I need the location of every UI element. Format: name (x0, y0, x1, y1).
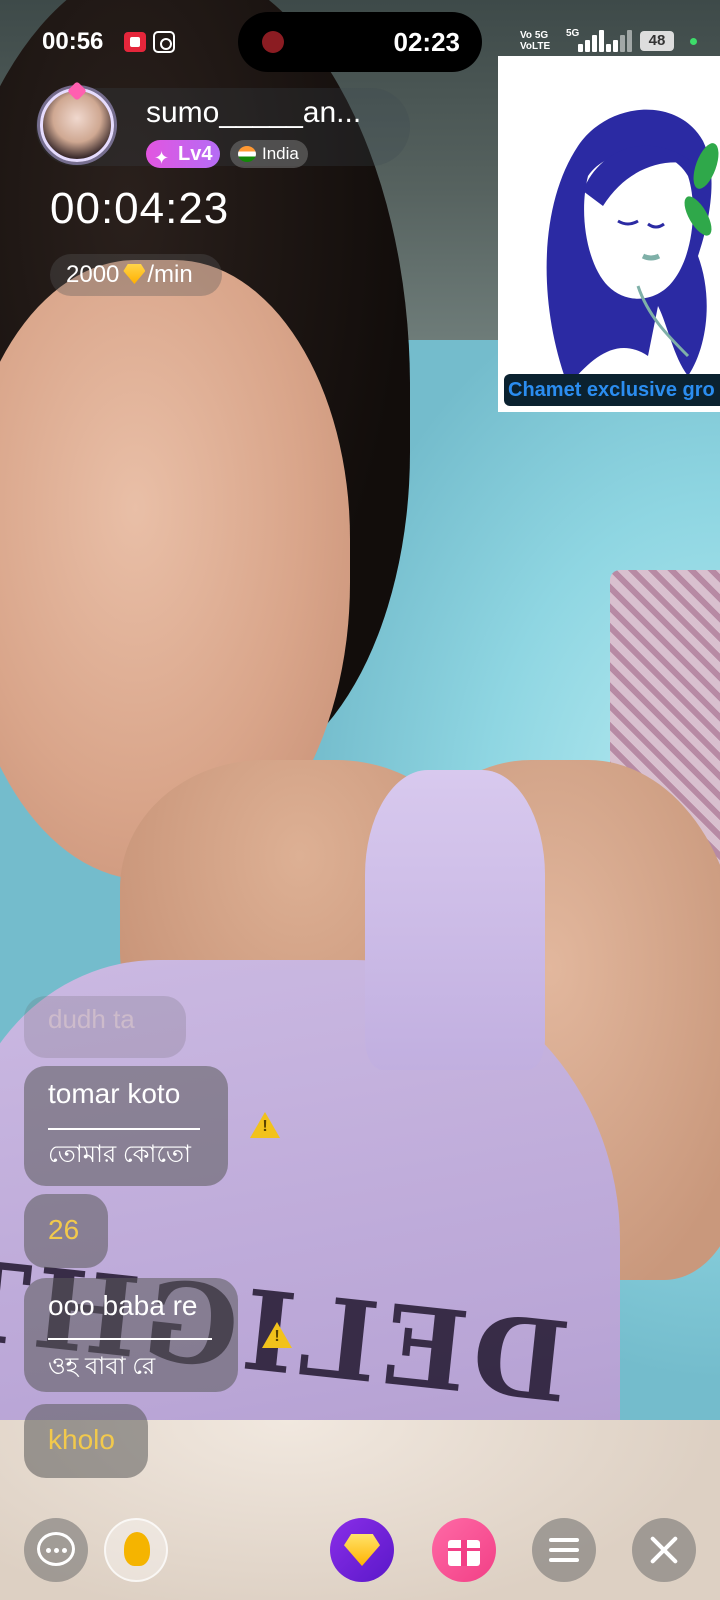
woman-logo-icon (546, 109, 719, 386)
translation-divider (48, 1128, 200, 1130)
chat-message-text: ooo baba re (48, 1290, 198, 1321)
video-shirt-strap (365, 770, 545, 1070)
gift-button[interactable] (432, 1518, 496, 1582)
chat-bubble-icon (37, 1532, 75, 1566)
signal-icon (578, 30, 606, 52)
network-label-line2: VoLTE (520, 41, 551, 52)
recharge-button[interactable] (330, 1518, 394, 1582)
chat-message[interactable]: ooo baba re ওহ বাবা রে (24, 1278, 238, 1392)
india-flag-icon (238, 146, 256, 162)
chat-message[interactable]: kholo (24, 1404, 148, 1478)
country-text: India (262, 144, 299, 163)
chamet-group-banner[interactable]: Chamet exclusive gro (498, 56, 720, 412)
battery-icon: 48 (640, 31, 674, 51)
chat-message[interactable]: tomar koto তোমার কোতো (24, 1066, 228, 1186)
chat-message[interactable]: 26 (24, 1194, 108, 1268)
menu-button[interactable] (532, 1518, 596, 1582)
recording-indicator[interactable]: 02:23 (238, 12, 482, 72)
screen-record-icon (124, 32, 146, 52)
call-timer: 00:04:23 (50, 184, 230, 233)
chat-translation-text: ওহ বাবা রে (48, 1353, 156, 1380)
diamond-icon (123, 264, 146, 284)
diamond-icon (344, 1534, 380, 1566)
record-dot-icon (262, 31, 284, 53)
banner-label: Chamet exclusive gro (504, 374, 720, 406)
chat-message-text: dudh ta (48, 1004, 135, 1034)
call-rate: 2000/min (50, 254, 222, 296)
level-text: Lv4 (178, 143, 213, 165)
chat-message-text: 26 (48, 1214, 80, 1245)
chat-translation-text: তোমার কোতো (48, 1141, 191, 1168)
close-button[interactable] (632, 1518, 696, 1582)
chat-button[interactable] (24, 1518, 88, 1582)
camera-status-icon (153, 31, 175, 53)
tip-button[interactable] (104, 1518, 168, 1582)
chat-message-faded[interactable]: dudh ta (24, 996, 186, 1058)
recording-time: 02:23 (393, 27, 461, 57)
rate-unit: /min (147, 261, 193, 288)
gift-icon (448, 1540, 480, 1566)
charging-dot-icon (690, 38, 697, 45)
rate-value: 2000 (66, 261, 120, 288)
translation-divider (48, 1338, 212, 1340)
level-badge: ✦ Lv4 (146, 140, 220, 168)
sparkle-icon: ✦ (154, 148, 170, 168)
host-name[interactable]: sumo_____an... (146, 96, 361, 130)
network-label-line1: Vo 5G (520, 30, 549, 41)
chat-message-text: tomar koto (48, 1078, 181, 1109)
network-label: Vo 5G VoLTE (520, 30, 550, 52)
country-badge: India (230, 140, 308, 168)
lightbulb-icon (124, 1532, 150, 1566)
chat-message-text: kholo (48, 1424, 115, 1455)
signal-icon-2 (606, 30, 634, 52)
status-time: 00:56 (42, 28, 104, 55)
